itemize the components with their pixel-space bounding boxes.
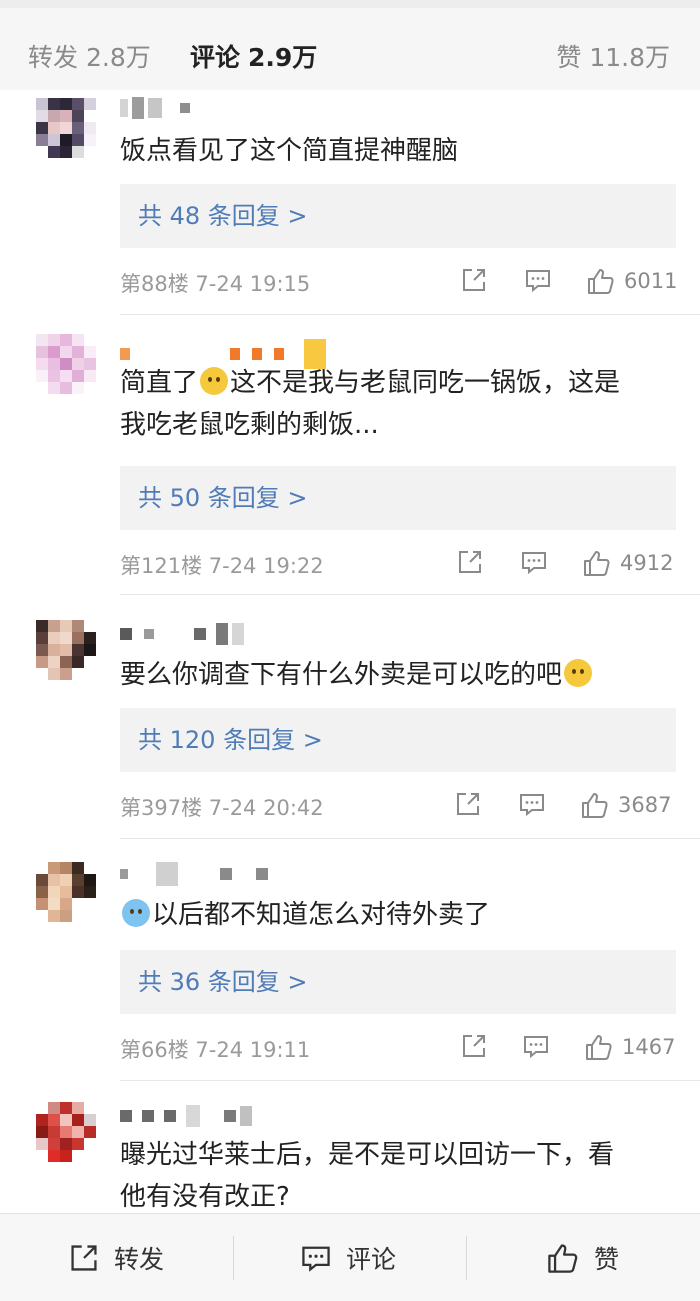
- comment-label: 评论: [190, 43, 241, 72]
- divider: [120, 314, 700, 315]
- flushed-emoji-icon: [564, 659, 593, 687]
- username-redacted[interactable]: [120, 1104, 252, 1128]
- divider: [233, 1236, 234, 1280]
- username-redacted[interactable]: [120, 862, 268, 886]
- comment-text-part: 曝光过华莱士后，是不是可以回访一下，看: [120, 1140, 615, 1170]
- repost-count: 2.8万: [86, 43, 151, 72]
- like-button[interactable]: 赞: [546, 1214, 619, 1301]
- comment-actions: 4912: [456, 548, 680, 578]
- comment-meta: 第397楼 7-24 20:42: [120, 796, 324, 820]
- like-count: 3687: [618, 793, 672, 817]
- like-button[interactable]: 6011: [586, 266, 677, 296]
- drooling-emoji-icon: [200, 367, 229, 395]
- username-redacted[interactable]: [120, 96, 190, 120]
- divider: [120, 838, 700, 839]
- stats-bar: 转发 2.8万 评论 2.9万 赞 11.8万: [0, 0, 700, 90]
- comment-meta: 第66楼 7-24 19:11: [120, 1038, 311, 1062]
- divider: [120, 594, 700, 595]
- comment-actions: 3687: [456, 790, 680, 820]
- thumbs-up-icon: [582, 793, 608, 818]
- comment-text-part: 我吃老鼠吃剩的剩饭...: [120, 410, 379, 440]
- thumbs-up-icon: [586, 1035, 612, 1060]
- comment-button-label: 评论: [346, 1245, 397, 1274]
- avatar[interactable]: [36, 98, 96, 168]
- like-button[interactable]: 3687: [580, 790, 671, 820]
- comment-icon[interactable]: [524, 266, 552, 294]
- comment-meta: 第121楼 7-24 19:22: [120, 554, 324, 578]
- like-count: 4912: [620, 551, 674, 575]
- comment-actions: 6011: [456, 266, 680, 296]
- like-button-label: 赞: [594, 1245, 620, 1274]
- like-button[interactable]: 4912: [582, 548, 673, 578]
- comment-text: 曝光过华莱士后，是不是可以回访一下，看 他有没有改正?: [120, 1134, 680, 1218]
- like-count: 1467: [622, 1035, 676, 1059]
- like-button[interactable]: 1467: [584, 1032, 675, 1062]
- username-redacted[interactable]: [120, 622, 244, 646]
- thumbs-up-icon: [584, 551, 610, 576]
- divider: [466, 1236, 467, 1280]
- comment-text: 以后都不知道怎么对待外卖了: [120, 894, 680, 936]
- comment-meta: 第88楼 7-24 19:15: [120, 272, 311, 296]
- comment-icon: [302, 1246, 330, 1272]
- comment-icon[interactable]: [520, 548, 548, 576]
- avatar[interactable]: [36, 620, 96, 690]
- repost-button-label: 转发: [114, 1245, 165, 1274]
- comment-text-part: 以后都不知道怎么对待外卖了: [152, 900, 491, 930]
- comment-count: 2.9万: [248, 43, 318, 72]
- comment-actions: 1467: [456, 1032, 680, 1062]
- crying-emoji-icon: [122, 899, 150, 927]
- comment-icon[interactable]: [518, 790, 546, 818]
- bottom-action-bar: 转发 评论 赞: [0, 1213, 700, 1301]
- reply-count-link[interactable]: 共 120 条回复 >: [120, 708, 676, 772]
- divider: [120, 1080, 700, 1081]
- like-count: 11.8万: [589, 43, 670, 72]
- share-icon[interactable]: [454, 790, 482, 818]
- avatar[interactable]: [36, 862, 96, 932]
- reply-count-link[interactable]: 共 48 条回复 >: [120, 184, 676, 248]
- share-icon[interactable]: [456, 548, 484, 576]
- reply-count-link[interactable]: 共 36 条回复 >: [120, 950, 676, 1014]
- like-count: 6011: [624, 269, 678, 293]
- comment-text-part: 他有没有改正?: [120, 1182, 290, 1212]
- reply-count-link[interactable]: 共 50 条回复 >: [120, 466, 676, 530]
- share-icon[interactable]: [460, 1032, 488, 1060]
- thumbs-up-icon: [588, 269, 614, 294]
- comment-text-part: 要么你调查下有什么外卖是可以吃的吧: [120, 660, 563, 690]
- like-label: 赞: [556, 43, 582, 72]
- repost-label: 转发: [28, 43, 79, 72]
- tab-repost[interactable]: 转发 2.8万: [28, 38, 151, 74]
- comment-text-part: 简直了: [120, 368, 199, 398]
- comment-text-part: 这不是我与老鼠同吃一锅饭，这是: [230, 368, 621, 398]
- comment-text: 饭点看见了这个简直提神醒脑: [120, 136, 459, 166]
- share-icon[interactable]: [460, 266, 488, 294]
- comment-text: 简直了 这不是我与老鼠同吃一锅饭，这是 我吃老鼠吃剩的剩饭...: [120, 362, 680, 446]
- thumbs-up-icon: [548, 1244, 578, 1273]
- avatar[interactable]: [36, 1102, 96, 1172]
- comment-icon[interactable]: [522, 1032, 550, 1060]
- repost-button[interactable]: 转发: [68, 1214, 164, 1301]
- share-icon: [71, 1245, 97, 1271]
- tab-like[interactable]: 赞 11.8万: [556, 38, 670, 74]
- comment-button[interactable]: 评论: [300, 1214, 396, 1301]
- avatar[interactable]: [36, 334, 96, 404]
- comment-text: 要么你调查下有什么外卖是可以吃的吧: [120, 654, 680, 696]
